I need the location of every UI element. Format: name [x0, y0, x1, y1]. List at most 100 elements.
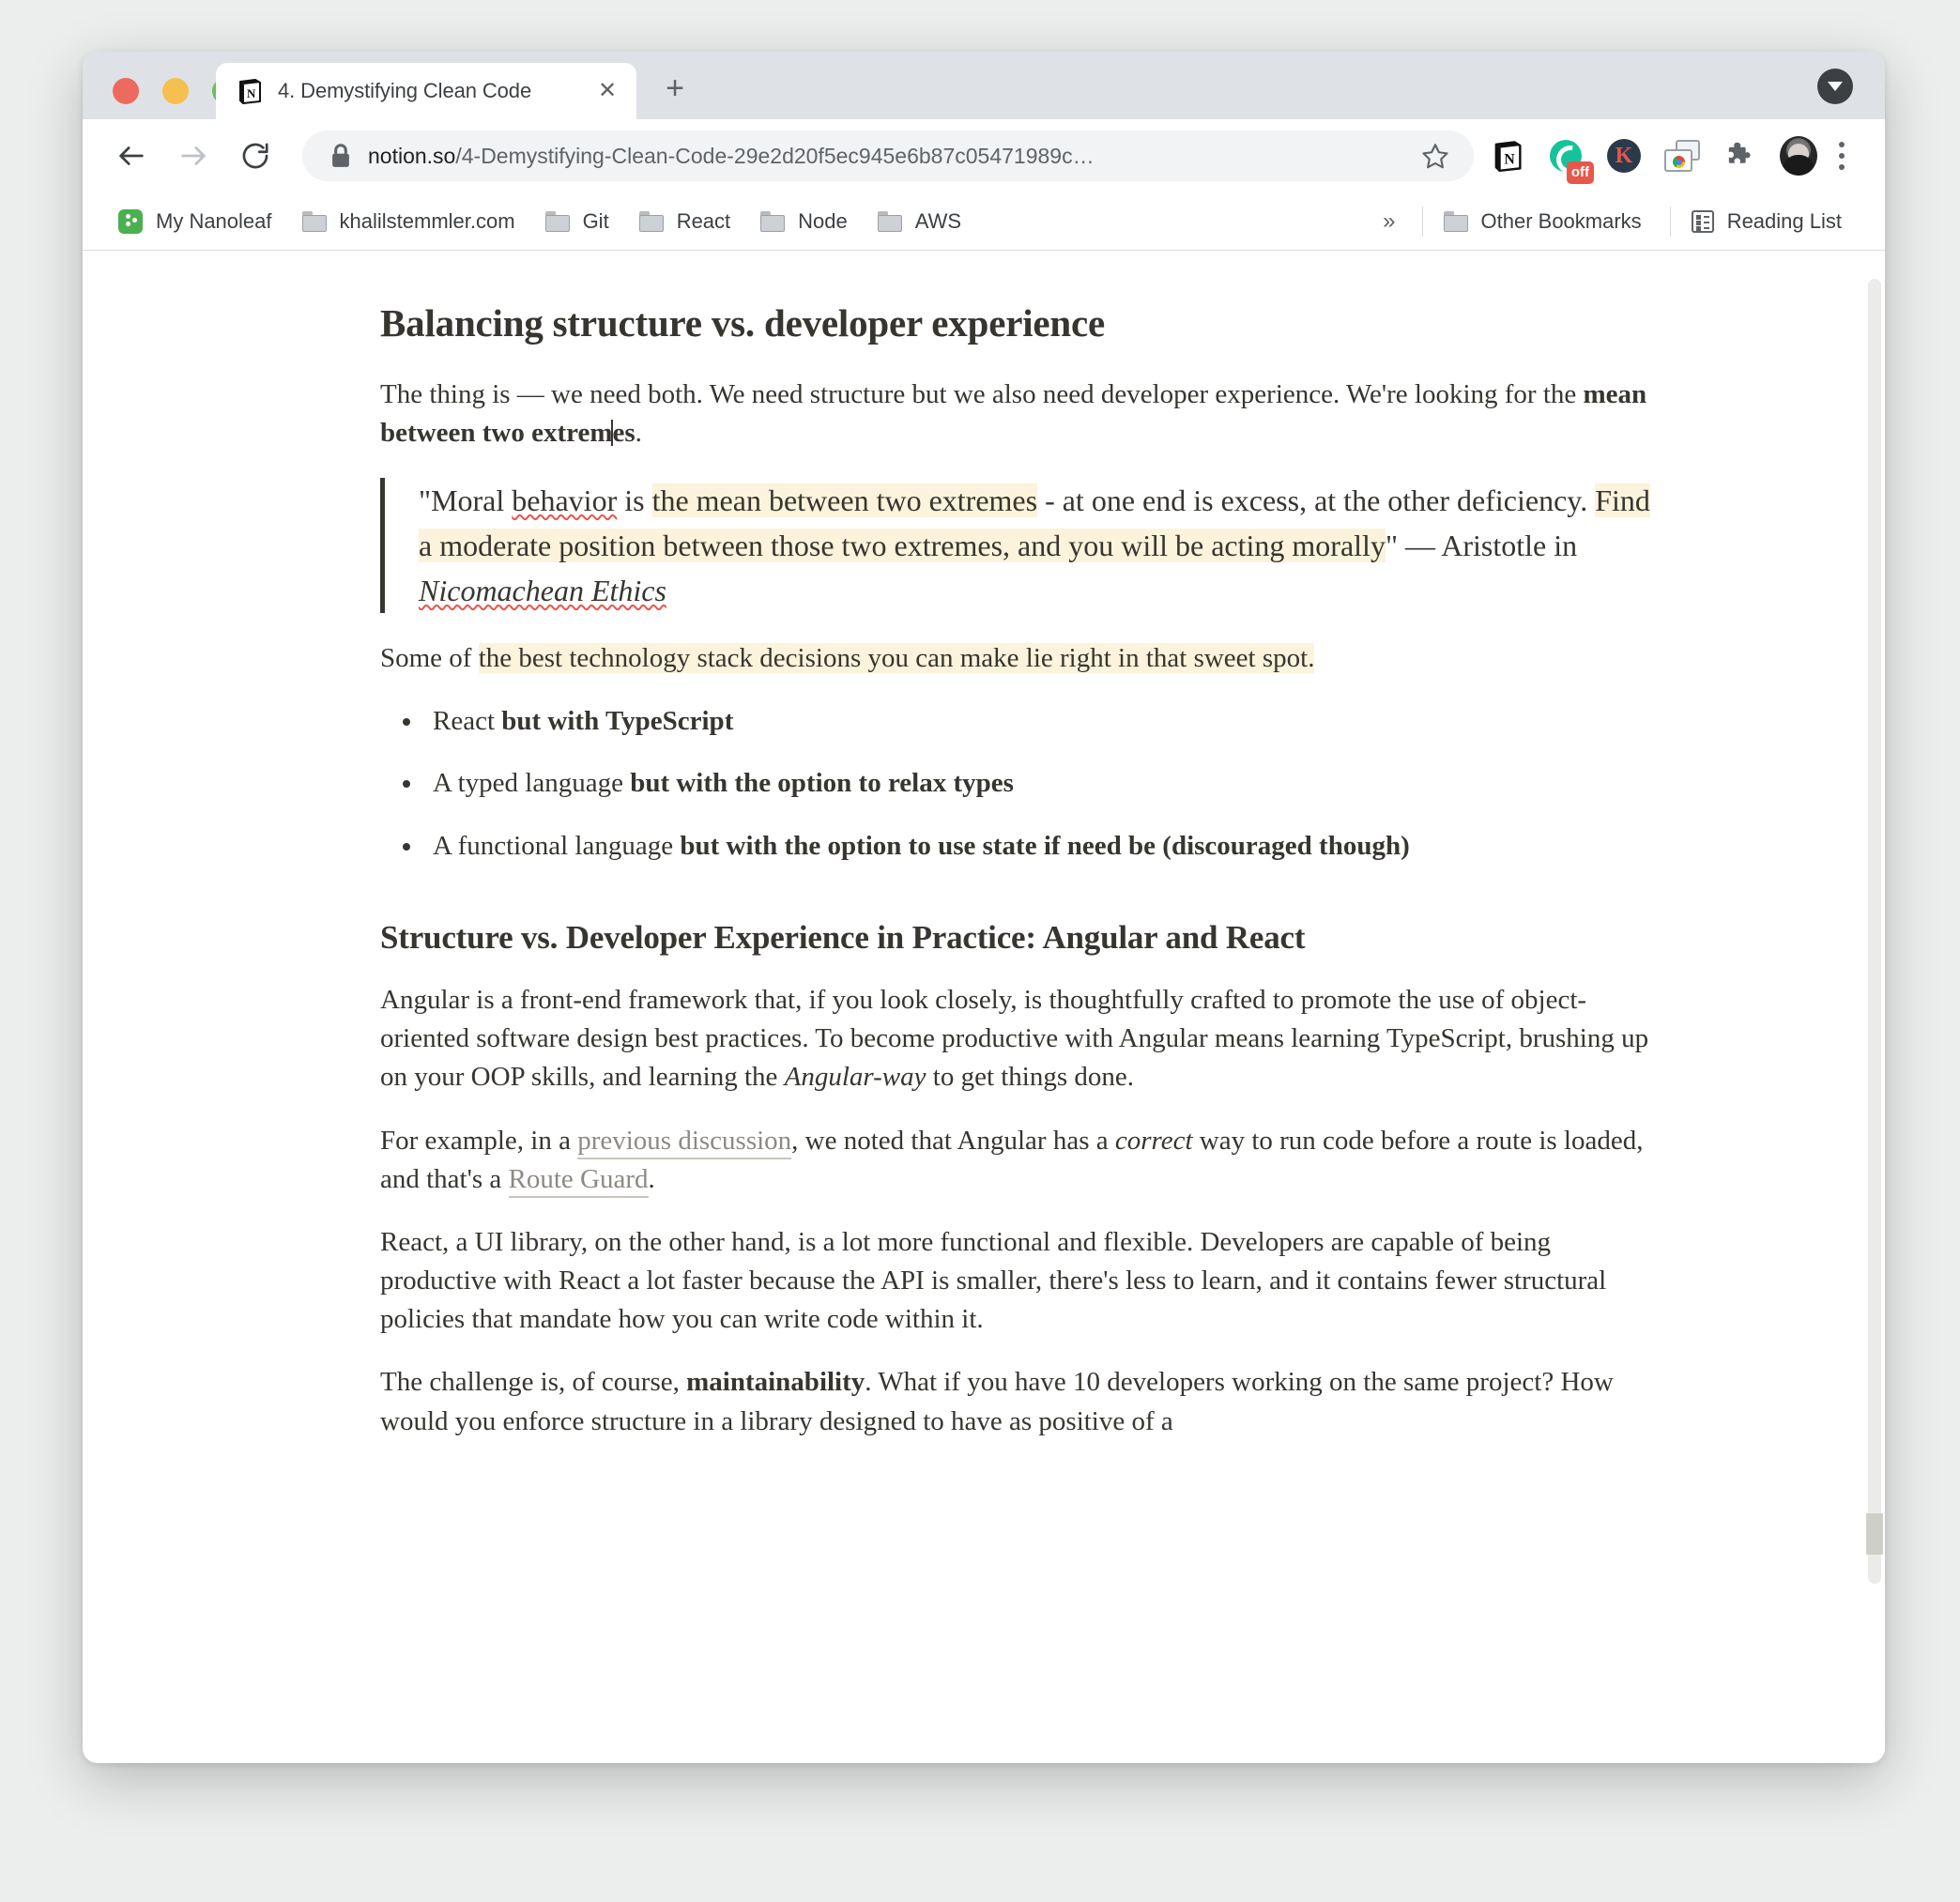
extensions-area: N off K [1489, 137, 1817, 175]
section-heading: Structure vs. Developer Experience in Pr… [380, 916, 1655, 959]
chrome-menu-button[interactable] [1823, 133, 1860, 178]
italic-run: Angular-way [785, 1062, 926, 1092]
text-run: . [635, 418, 642, 448]
text-run: , we noted that Angular has a [791, 1126, 1115, 1156]
bookmark-label: Other Bookmarks [1481, 209, 1642, 234]
list-item[interactable]: A typed language but with the option to … [380, 764, 1655, 803]
page-scrollbar[interactable] [1864, 251, 1885, 1763]
address-bar[interactable]: notion.so/4-Demystifying-Clean-Code-29e2… [302, 130, 1474, 181]
bold-run: but with TypeScript [501, 706, 733, 736]
text-run: is [617, 483, 651, 517]
scrollbar-position-marker [1866, 1513, 1883, 1555]
profile-avatar[interactable] [1780, 137, 1817, 175]
text-run: A functional language [433, 831, 680, 861]
bookmark-label: AWS [915, 209, 961, 234]
paragraph-route-guard[interactable]: For example, in a previous discussion, w… [380, 1122, 1655, 1199]
text-run: "Moral [419, 483, 512, 517]
bookmark-star-icon[interactable] [1414, 134, 1457, 177]
bookmark-reading-list[interactable]: Reading List [1680, 204, 1853, 239]
lock-icon [330, 144, 351, 168]
avatar [1780, 136, 1817, 176]
bookmark-label: React [677, 209, 730, 234]
browser-tab-active[interactable]: N 4. Demystifying Clean Code ✕ [216, 63, 636, 119]
grammarly-status-badge: off [1567, 161, 1594, 184]
bold-run: but with the option to relax types [630, 768, 1014, 798]
url-text: notion.so/4-Demystifying-Clean-Code-29e2… [368, 144, 1414, 169]
italic-run: correct [1115, 1126, 1193, 1156]
paragraph-maintainability[interactable]: The challenge is, of course, maintainabi… [380, 1363, 1655, 1440]
nanoleaf-icon [118, 209, 143, 234]
menu-dot [1839, 164, 1845, 170]
windows-icon [1664, 140, 1700, 172]
grammarly-extension-icon[interactable]: off [1547, 137, 1585, 175]
paragraph-sweet-spot[interactable]: Some of the best technology stack decisi… [380, 639, 1655, 678]
link-previous-discussion[interactable]: previous discussion [577, 1126, 791, 1159]
text-run: React [433, 706, 501, 736]
svg-text:N: N [247, 86, 256, 100]
scrollbar-thumb[interactable] [1868, 279, 1881, 1584]
browser-window: N 4. Demystifying Clean Code ✕ + [83, 52, 1885, 1763]
text-run: to get things done. [926, 1062, 1135, 1092]
book-title-italic: Nicomachean Ethics [419, 574, 666, 607]
folder-icon [302, 211, 327, 232]
text-run: . [649, 1164, 655, 1194]
bookmark-my-nanoleaf[interactable]: My Nanoleaf [107, 204, 283, 239]
folder-icon [545, 211, 570, 232]
aristotle-blockquote[interactable]: "Moral behavior is the mean between two … [380, 478, 1655, 613]
bookmark-label: Reading List [1727, 209, 1842, 234]
new-tab-button[interactable]: + [655, 69, 695, 108]
spellcheck-word: behavior [512, 483, 617, 517]
forward-button[interactable] [169, 131, 218, 180]
window-manager-extension-icon[interactable] [1663, 137, 1701, 175]
list-item[interactable]: React but with TypeScript [380, 702, 1655, 741]
close-window-button[interactable] [113, 78, 139, 104]
url-domain: notion.so [368, 144, 455, 168]
tab-strip: N 4. Demystifying Clean Code ✕ + [83, 52, 1885, 119]
bookmark-other-bookmarks[interactable]: Other Bookmarks [1432, 204, 1653, 239]
extensions-puzzle-icon[interactable] [1722, 137, 1759, 175]
folder-icon [760, 211, 785, 232]
bookmark-git[interactable]: Git [534, 204, 620, 239]
menu-dot [1839, 142, 1845, 147]
text-run: - at one end is excess, at the other def… [1037, 483, 1595, 517]
url-path: /4-Demystifying-Clean-Code-29e2d20f5ec94… [455, 144, 1094, 168]
reading-list-icon [1692, 210, 1714, 233]
bookmark-khalilstemmler[interactable]: khalilstemmler.com [291, 204, 527, 239]
back-button[interactable] [107, 131, 156, 180]
paragraph-angular[interactable]: Angular is a front-end framework that, i… [380, 981, 1655, 1097]
tab-search-icon[interactable] [1817, 69, 1853, 104]
text-run: A typed language [433, 768, 630, 798]
bookmark-label: Git [583, 209, 609, 234]
k-extension-icon[interactable]: K [1605, 137, 1643, 175]
notion-extension-icon[interactable]: N [1489, 137, 1526, 175]
page-viewport: Balancing structure vs. developer experi… [83, 251, 1885, 1763]
folder-icon [639, 211, 664, 232]
bookmark-node[interactable]: Node [749, 204, 859, 239]
bookmark-react[interactable]: React [628, 204, 742, 239]
reload-button[interactable] [231, 131, 280, 180]
chevron-down-icon [1828, 82, 1843, 91]
notion-document: Balancing structure vs. developer experi… [83, 251, 1885, 1465]
paragraph-intro[interactable]: The thing is — we need both. We need str… [380, 376, 1655, 452]
highlighted-text: the best technology stack decisions you … [479, 643, 1315, 673]
folder-icon [878, 211, 902, 232]
minimize-window-button[interactable] [162, 78, 189, 104]
close-icon[interactable]: ✕ [593, 77, 621, 105]
bold-run: maintainability [686, 1367, 865, 1397]
page-title: Balancing structure vs. developer experi… [380, 299, 1655, 347]
paragraph-react[interactable]: React, a UI library, on the other hand, … [380, 1223, 1655, 1340]
highlighted-text: the mean between two extremes [652, 483, 1038, 517]
bookmark-label: khalilstemmler.com [340, 209, 515, 234]
text-run: The challenge is, of course, [380, 1367, 686, 1397]
bookmark-aws[interactable]: AWS [866, 204, 972, 239]
menu-dot [1839, 153, 1845, 159]
divider [1670, 207, 1671, 237]
tab-title: 4. Demystifying Clean Code [278, 79, 593, 103]
bookmarks-overflow-button[interactable]: » [1366, 208, 1412, 235]
text-run: " — Aristotle in [1386, 529, 1577, 562]
bulleted-list: React but with TypeScript A typed langua… [380, 702, 1655, 866]
divider [1422, 207, 1423, 237]
link-route-guard[interactable]: Route Guard [509, 1164, 649, 1198]
bookmark-label: My Nanoleaf [156, 209, 272, 234]
list-item[interactable]: A functional language but with the optio… [380, 827, 1655, 866]
